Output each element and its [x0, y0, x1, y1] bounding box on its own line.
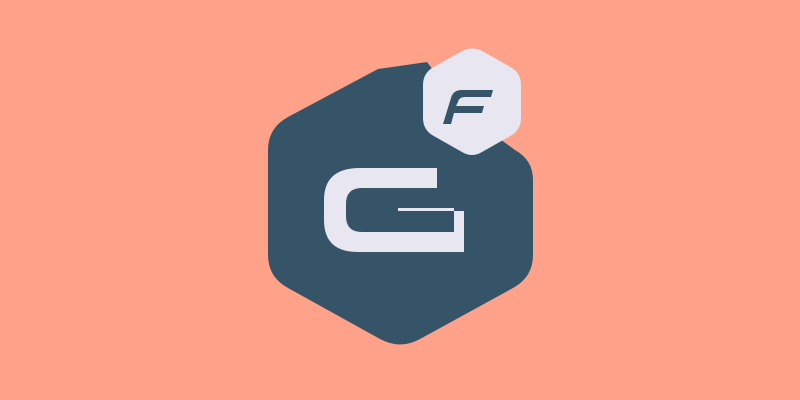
logo-graphic [268, 48, 533, 345]
canvas-background [0, 0, 800, 400]
